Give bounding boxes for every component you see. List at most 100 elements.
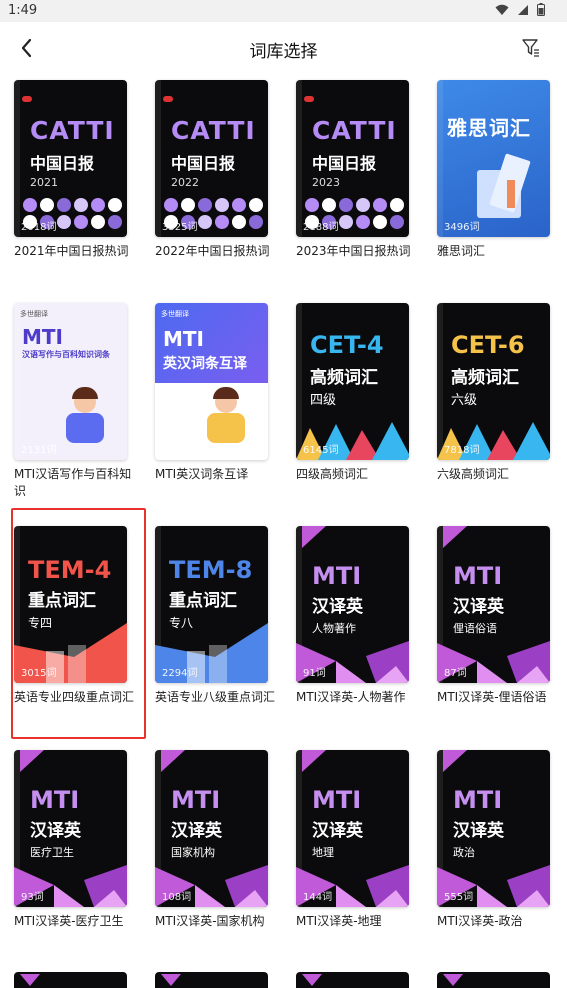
partial-book-cover[interactable] (14, 972, 127, 988)
book-name: 2022年中国日报热词 (155, 244, 270, 258)
dot-decoration (198, 215, 212, 229)
partial-book-cover[interactable] (437, 972, 550, 988)
book-cover[interactable]: MTI 汉译英 人物著作 91词 (296, 526, 409, 683)
dot-decoration (215, 215, 229, 229)
book-cover[interactable]: MTI 汉译英 俚语俗语 87词 (437, 526, 550, 683)
book-subtitle: 高频词汇 (310, 368, 378, 388)
dot-decoration (57, 198, 71, 212)
dot-decoration (74, 198, 88, 212)
book-level: 六级 (451, 393, 478, 408)
book-card[interactable]: CATTI 中国日报 2021 2018词 2021年中国日报热词 (14, 80, 144, 260)
book-name: 英语专业八级重点词汇 (155, 690, 276, 704)
dot-decoration (232, 215, 246, 229)
nav-bar: 词库选择 (0, 22, 567, 74)
dot-decoration (74, 215, 88, 229)
dot-decoration (232, 198, 246, 212)
dot-decoration (356, 198, 370, 212)
book-title: CATTI (312, 116, 397, 145)
book-cover[interactable]: 多世翻译 MTI 汉语写作与百科知识词条 2131词 (14, 303, 127, 460)
book-name: 六级高频词汇 (437, 467, 510, 481)
dot-decoration (91, 215, 105, 229)
book-title: MTI (163, 327, 204, 351)
book-cover[interactable]: MTI 汉译英 医疗卫生 93词 (14, 750, 127, 907)
triangle-decoration (437, 750, 550, 907)
book-card[interactable]: 多世翻译 MTI 英汉词条互译 5129词 MTI英汉词条互译 (155, 303, 285, 483)
book-cover[interactable]: MTI 汉译英 地理 144词 (296, 750, 409, 907)
book-spine (296, 80, 302, 237)
book-year: 2022 (171, 176, 199, 189)
book-title: 雅思词汇 (447, 116, 531, 140)
wifi-icon (495, 4, 509, 15)
triangle-decoration (155, 750, 268, 907)
book-year: 2023 (312, 176, 340, 189)
book-name: MTI汉译英-政治 (437, 914, 523, 928)
book-title: CATTI (171, 116, 256, 145)
book-year: 2021 (30, 176, 58, 189)
book-name: MTI汉译英-国家机构 (155, 914, 265, 928)
triangle-decoration (296, 526, 409, 683)
page-title: 词库选择 (249, 42, 318, 62)
book-name: MTI汉语写作与百科知识 (14, 467, 132, 498)
filter-icon[interactable] (521, 36, 541, 58)
word-count: 2188词 (303, 222, 339, 233)
triangle-decoration (296, 750, 409, 907)
triangle-decoration (14, 750, 127, 907)
book-cover[interactable]: 雅思词汇 3496词 (437, 80, 550, 237)
book-card[interactable]: MTI 汉译英 政治 555词 MTI汉译英-政治 (437, 750, 567, 930)
book-spine (14, 303, 20, 460)
dot-decoration (249, 215, 263, 229)
book-card[interactable]: MTI 汉译英 人物著作 91词 MTI汉译英-人物著作 (296, 526, 426, 706)
publisher-tag: 多世翻译 (161, 310, 189, 318)
partial-book-cover[interactable] (155, 972, 268, 988)
dot-decoration (356, 215, 370, 229)
book-card[interactable]: 雅思词汇 3496词 雅思词汇 (437, 80, 567, 260)
book-title: CET-6 (451, 331, 525, 359)
book-subtitle: 中国日报 (171, 154, 236, 173)
book-cover[interactable]: MTI 汉译英 政治 555词 (437, 750, 550, 907)
dot-decoration (198, 198, 212, 212)
book-name: MTI汉译英-医疗卫生 (14, 914, 124, 928)
book-cover[interactable]: CET-4 高频词汇 四级 6145词 (296, 303, 409, 460)
triangle-decoration (437, 526, 550, 683)
book-cover[interactable]: 多世翻译 MTI 英汉词条互译 5129词 (155, 303, 268, 460)
dot-decoration (322, 198, 336, 212)
book-card[interactable]: CATTI 中国日报 2022 3325词 2022年中国日报热词 (155, 80, 285, 260)
signal-icon (518, 4, 528, 15)
dot-decoration (91, 198, 105, 212)
book-cover[interactable]: MTI 汉译英 国家机构 108词 (155, 750, 268, 907)
book-name: 雅思词汇 (437, 244, 486, 258)
word-count: 93词 (21, 892, 44, 903)
dot-decoration (339, 198, 353, 212)
status-bar: 1:49 (0, 0, 567, 22)
book-subtitle: 汉语写作与百科知识词条 (22, 350, 110, 359)
book-card[interactable]: MTI 汉译英 国家机构 108词 MTI汉译英-国家机构 (155, 750, 285, 930)
book-card[interactable]: TEM-8 重点词汇 专八 2294词英语专业八级重点词汇 (155, 526, 285, 706)
book-card[interactable]: CET-6 高频词汇 六级 7818词六级高频词汇 (437, 303, 567, 483)
book-cover[interactable]: CET-6 高频词汇 六级 7818词 (437, 303, 550, 460)
books-illustration (477, 150, 537, 220)
status-icons (495, 3, 545, 16)
selected-book-highlight (11, 508, 146, 739)
book-cover[interactable]: CATTI 中国日报 2022 3325词 (155, 80, 268, 237)
book-level: 四级 (310, 393, 337, 408)
dot-decoration (249, 198, 263, 212)
book-title: CATTI (30, 116, 115, 145)
book-cover[interactable]: TEM-8 重点词汇 专八 2294词 (155, 526, 268, 683)
book-name: MTI汉译英-人物著作 (296, 690, 406, 704)
book-card[interactable]: MTI 汉译英 地理 144词 MTI汉译英-地理 (296, 750, 426, 930)
book-card[interactable]: 多世翻译 MTI 汉语写作与百科知识词条 2131词 MTI汉语写作与百科知识 (14, 303, 144, 500)
book-cover[interactable]: CATTI 中国日报 2023 2188词 (296, 80, 409, 237)
book-name: MTI汉译英-俚语俗语 (437, 690, 547, 704)
word-count: 2294词 (162, 668, 198, 679)
book-card[interactable]: MTI 汉译英 俚语俗语 87词 MTI汉译英-俚语俗语 (437, 526, 567, 706)
book-card[interactable]: CET-4 高频词汇 四级 6145词 四级高频词汇 (296, 303, 426, 483)
partial-book-cover[interactable] (296, 972, 409, 988)
book-cover[interactable]: CATTI 中国日报 2021 2018词 (14, 80, 127, 237)
book-card[interactable]: MTI 汉译英 医疗卫生 93词 MTI汉译英-医疗卫生 (14, 750, 144, 930)
book-card[interactable]: CATTI 中国日报 2023 2188词 2023年中国日报热词 (296, 80, 426, 260)
status-time: 1:49 (8, 3, 38, 18)
dot-decoration (390, 198, 404, 212)
dot-decoration (373, 198, 387, 212)
word-count: 2131词 (21, 445, 57, 456)
word-count: 555词 (444, 892, 474, 903)
